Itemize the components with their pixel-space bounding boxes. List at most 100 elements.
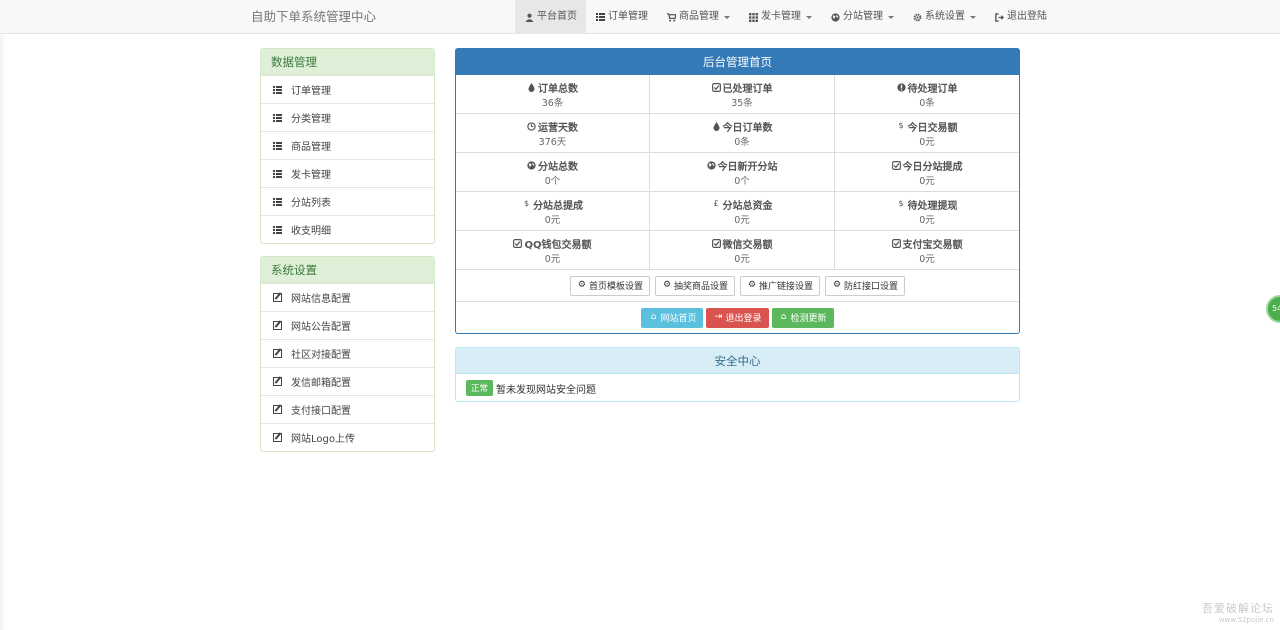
brand-title[interactable]: 自助下单系统管理中心	[251, 0, 376, 34]
nav-logout[interactable]: 退出登陆	[985, 0, 1056, 34]
edit-icon	[271, 433, 283, 443]
promo-link-button[interactable]: ⚙ 推广链接设置	[740, 275, 821, 296]
nav-home-label: 平台首页	[537, 11, 577, 22]
status-badge: 正常	[466, 380, 494, 396]
stat-value: 0条	[919, 98, 935, 109]
nav-cards-label: 发卡管理	[761, 11, 801, 22]
sidebar-system-title: 系统设置	[261, 257, 434, 283]
stat-label-row: QQ钱包交易额	[456, 236, 649, 251]
stat-label: 今日分站提成	[902, 161, 963, 173]
sidebar-item-label: 网站信息配置	[291, 294, 351, 305]
sidebar-item-announcement[interactable]: 网站公告配置	[261, 311, 434, 339]
stat-label-row: $ 待处理提现	[835, 197, 1019, 212]
edit-icon	[271, 321, 283, 331]
stat-value: 0条	[734, 137, 750, 148]
nav-orders[interactable]: 订单管理	[586, 0, 657, 34]
stat-value: 0个	[734, 176, 750, 187]
edit-icon	[271, 377, 283, 387]
stat-cell: £ 分站总资金 0元	[650, 192, 835, 231]
check-update-button[interactable]: ⌂ 检测更新	[771, 307, 834, 328]
sidebar-item-cards[interactable]: 发卡管理	[261, 159, 434, 187]
stat-value: 0元	[734, 254, 750, 265]
watermark: 吾爱破解论坛 www.52pojie.cn	[1202, 600, 1274, 624]
globe-icon	[527, 160, 536, 170]
stat-label: 待处理提现	[907, 200, 958, 212]
stat-label-row: 运营天数	[456, 119, 649, 134]
stat-label: 分站总资金	[722, 200, 773, 212]
list-icon	[271, 197, 283, 207]
button-label: 检测更新	[790, 314, 827, 324]
sidebar-item-community[interactable]: 社区对接配置	[261, 339, 434, 367]
nav-logout-label: 退出登陆	[1007, 11, 1047, 22]
chevron-down-icon	[970, 15, 976, 19]
nav-home[interactable]: 平台首页	[515, 0, 586, 34]
stat-cell: QQ钱包交易额 0元	[456, 231, 650, 270]
drop-icon	[712, 121, 721, 131]
sidebar-item-mail[interactable]: 发信邮箱配置	[261, 367, 434, 395]
stat-label-row: 今日订单数	[650, 119, 834, 134]
site-home-button[interactable]: ⌂ 网站首页	[641, 307, 704, 328]
check-square-icon	[891, 160, 901, 170]
sidebar-item-label: 分站列表	[291, 198, 331, 209]
stat-label-row: 待处理订单	[835, 80, 1019, 95]
nav-settings[interactable]: 系统设置	[903, 0, 985, 34]
button-label: 推广链接设置	[759, 282, 814, 292]
sidebar-item-orders[interactable]: 订单管理	[261, 75, 434, 103]
nav-cards[interactable]: 发卡管理	[739, 0, 821, 34]
nav-settings-label: 系统设置	[925, 11, 965, 22]
list-icon	[271, 113, 283, 123]
sidebar-item-substations[interactable]: 分站列表	[261, 187, 434, 215]
stat-value: 376天	[538, 137, 567, 148]
home-icon: ⌂	[780, 312, 787, 322]
stat-value: 0元	[919, 215, 935, 226]
check-square-icon	[513, 238, 523, 248]
left-edge-shade	[0, 35, 6, 630]
sidebar-item-finance[interactable]: 收支明细	[261, 215, 434, 243]
pound-icon: £	[713, 199, 719, 208]
stat-cell: $ 今日交易额 0元	[835, 114, 1019, 153]
sidebar-item-label: 社区对接配置	[291, 350, 351, 361]
check-square-icon	[711, 238, 721, 248]
button-label: 退出登录	[725, 314, 762, 324]
sidebar-system-panel: 系统设置 网站信息配置 网站公告配置 社区对接配置 发信邮箱配置 支付接口配置 …	[260, 256, 435, 452]
sidebar-item-label: 支付接口配置	[291, 406, 351, 417]
stat-cell: $ 分站总提成 0元	[456, 192, 650, 231]
dollar-icon: $	[523, 199, 530, 208]
sidebar-item-label: 商品管理	[291, 142, 331, 153]
sidebar-item-label: 网站Logo上传	[291, 434, 355, 445]
main-nav: 平台首页 订单管理 商品管理 发卡管理 分站管理 系统设置 退出登陆	[515, 0, 1056, 34]
dashboard-panel: 后台管理首页 订单总数 36条 已处理订单 35条 待处理订单 0条 运营天数 376天 今日订…	[455, 48, 1020, 334]
stat-label-row: 支付宝交易额	[835, 236, 1019, 251]
globe-icon	[706, 160, 716, 170]
stat-value: 0元	[544, 215, 561, 226]
lottery-product-button[interactable]: ⚙ 抽奖商品设置	[654, 275, 735, 296]
nav-substations[interactable]: 分站管理	[821, 0, 903, 34]
edit-icon	[271, 405, 283, 415]
sidebar-item-logo[interactable]: 网站Logo上传	[261, 423, 434, 451]
stat-label: 分站总数	[538, 161, 578, 173]
logout-button[interactable]: ⇥ 退出登录	[706, 307, 769, 328]
gear-icon: ⚙	[662, 280, 672, 290]
stat-value: 0元	[919, 137, 935, 148]
top-navbar: 自助下单系统管理中心 平台首页 订单管理 商品管理 发卡管理 分站管理 系统设置…	[0, 0, 1280, 34]
floating-widget[interactable]: 54	[1266, 295, 1280, 323]
sidebar-item-payment[interactable]: 支付接口配置	[261, 395, 434, 423]
stat-cell: 今日分站提成 0元	[835, 153, 1019, 192]
stat-label-row: 微信交易额	[650, 236, 834, 251]
chevron-down-icon	[806, 15, 812, 19]
security-message: 暂未发现网站安全问题	[496, 384, 597, 396]
sidebar-item-categories[interactable]: 分类管理	[261, 103, 434, 131]
anti-red-button[interactable]: ⚙ 防红接口设置	[825, 275, 906, 296]
sidebar-item-site-info[interactable]: 网站信息配置	[261, 283, 434, 311]
security-body: 正常 暂未发现网站安全问题	[456, 374, 1019, 402]
nav-orders-label: 订单管理	[608, 11, 648, 22]
nav-products[interactable]: 商品管理	[657, 0, 739, 34]
sidebar-item-products[interactable]: 商品管理	[261, 131, 434, 159]
sidebar-item-label: 分类管理	[291, 114, 331, 125]
homepage-template-button[interactable]: ⚙ 首页模板设置	[569, 275, 650, 296]
stat-label-row: 今日分站提成	[835, 158, 1019, 173]
stat-label-row: 今日新开分站	[650, 158, 834, 173]
stat-value: 0个	[544, 176, 561, 187]
stat-label: 待处理订单	[907, 83, 958, 95]
stat-cell: 支付宝交易额 0元	[835, 231, 1019, 270]
